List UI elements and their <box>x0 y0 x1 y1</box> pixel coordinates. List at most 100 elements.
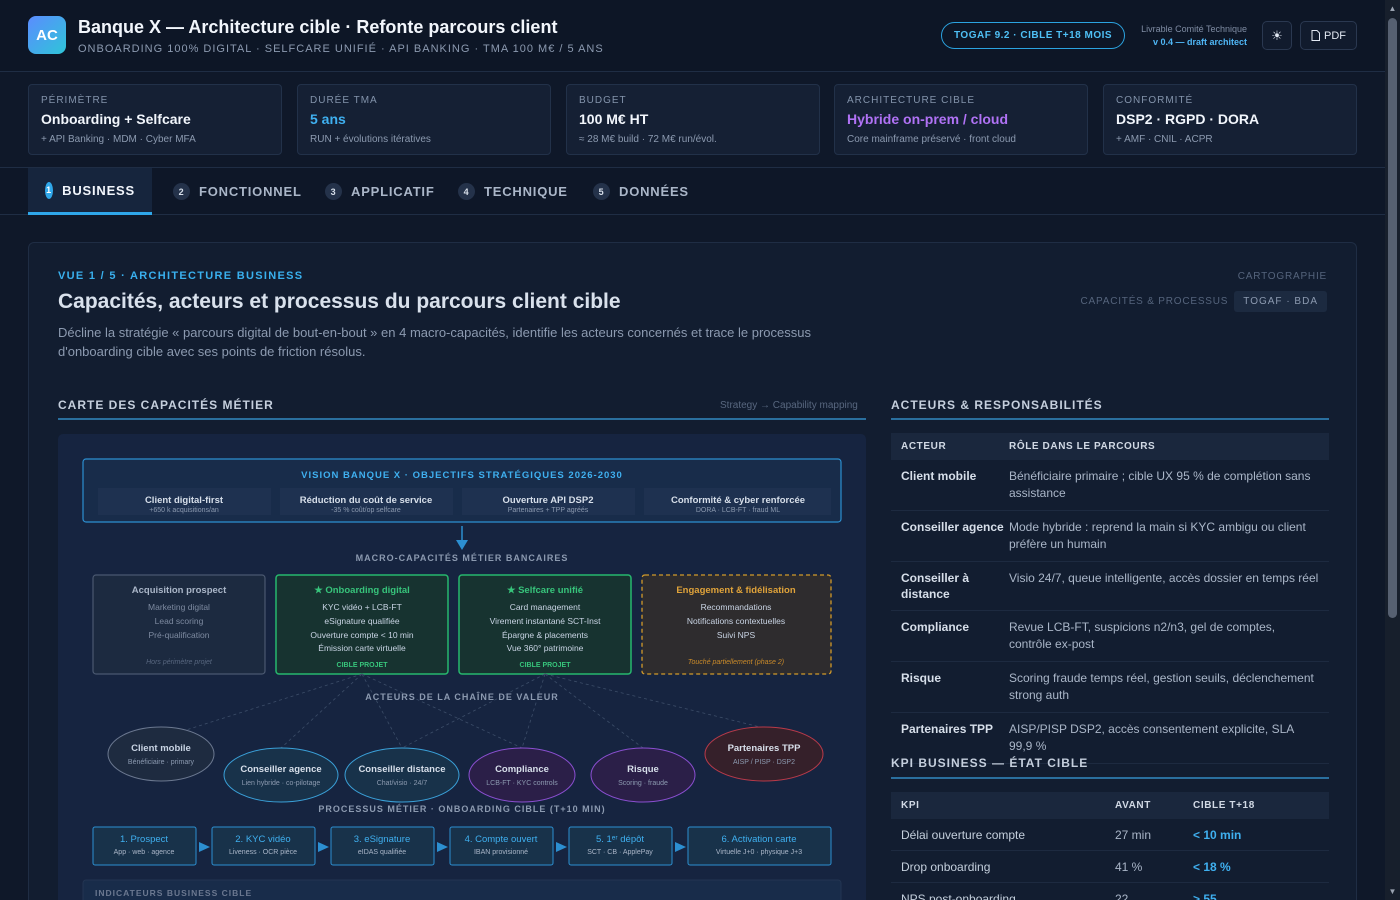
svg-text:Card management: Card management <box>510 602 581 612</box>
card-label: BUDGET <box>579 95 627 106</box>
col-target: CIBLE T+18 <box>1193 800 1255 811</box>
kpi-table: KPI AVANT CIBLE T+18 Délai ouverture com… <box>891 792 1329 900</box>
card-label: CONFORMITÉ <box>1116 95 1194 106</box>
svg-text:CIBLE PROJET: CIBLE PROJET <box>520 662 572 669</box>
svg-text:Conseiller agence: Conseiller agence <box>240 764 321 775</box>
svg-text:6. Activation carte: 6. Activation carte <box>722 834 797 845</box>
scroll-up-icon[interactable]: ▲ <box>1388 4 1397 13</box>
process-step <box>211 826 316 866</box>
actors-title: ACTEURS DE LA CHAÎNE DE VALEUR <box>365 691 559 702</box>
app-title: Banque X — Architecture cible · Refonte … <box>78 17 558 37</box>
svg-text:1. Prospect: 1. Prospect <box>120 834 168 845</box>
card-sub: RUN + évolutions itératives <box>310 134 431 145</box>
process-step <box>687 826 832 866</box>
svg-text:Acquisition prospect: Acquisition prospect <box>132 585 227 596</box>
togaf-badge: TOGAF 9.2 · CIBLE T+18 MOIS <box>941 22 1126 49</box>
objectives: Client digital-first +650 k acquisitions… <box>98 488 831 515</box>
pdf-label: PDF <box>1324 29 1346 42</box>
kpi-before: 22 <box>1115 891 1129 900</box>
svg-text:Bénéficiaire · primary: Bénéficiaire · primary <box>128 759 195 766</box>
tab-donnees[interactable]: 5 DONNÉES <box>576 168 706 215</box>
scroll-down-icon[interactable]: ▼ <box>1388 887 1397 896</box>
deliverable-label: Livrable Comité Technique <box>1141 24 1247 34</box>
tab-label: BUSINESS <box>62 182 135 198</box>
section-divider <box>58 418 866 420</box>
col-role: RÔLE DANS LE PARCOURS <box>1009 441 1156 452</box>
actor-partenaires-tpp: Partenaires TPP AISP / PISP · DSP2 <box>704 726 824 782</box>
scrollbar-thumb[interactable] <box>1388 18 1397 618</box>
actor-compliance: Compliance LCB-FT · KYC controls <box>468 747 576 803</box>
business-view-panel: VUE 1 / 5 · ARCHITECTURE BUSINESS Capaci… <box>28 242 1357 900</box>
card-value: 5 ans <box>310 111 346 127</box>
card-duree-tma: DURÉE TMA 5 ans RUN + évolutions itérati… <box>297 84 551 155</box>
svg-text:Vue 360° patrimoine: Vue 360° patrimoine <box>507 643 584 653</box>
card-label: DURÉE TMA <box>310 95 378 106</box>
process-title: PROCESSUS MÉTIER · ONBOARDING CIBLE (T+1… <box>318 804 605 814</box>
process-step <box>449 826 554 866</box>
page-scrollbar[interactable]: ▲ ▼ <box>1385 0 1400 900</box>
svg-text:Compliance: Compliance <box>495 764 549 775</box>
svg-text:★ Selfcare unifié: ★ Selfcare unifié <box>507 585 583 596</box>
capability-map-hint: Strategy → Capability mapping <box>720 400 858 411</box>
actor-name: Conseiller à distance <box>901 571 970 601</box>
app-header: AC Banque X — Architecture cible · Refon… <box>0 0 1385 72</box>
section-divider <box>891 777 1329 779</box>
kpi-before: 27 min <box>1115 827 1152 842</box>
svg-text:Marketing digital: Marketing digital <box>148 602 210 612</box>
actor-risque: Risque Scoring · fraude <box>590 747 696 803</box>
svg-text:Virement instantané SCT-Inst: Virement instantané SCT-Inst <box>490 616 602 626</box>
actor-name: Risque <box>901 671 942 685</box>
card-sub: + AMF · CNIL · ACPR <box>1116 134 1213 145</box>
svg-text:CIBLE PROJET: CIBLE PROJET <box>337 662 389 669</box>
tab-label: APPLICATIF <box>351 184 435 199</box>
svg-text:Épargne & placements: Épargne & placements <box>502 630 588 640</box>
step-arrow <box>318 842 329 852</box>
actor-conseiller-distance: Conseiller distance Chat/visio · 24/7 <box>344 747 460 803</box>
tab-number: 4 <box>458 183 475 200</box>
svg-text:Partenaires TPP: Partenaires TPP <box>728 743 802 754</box>
tab-business[interactable]: 1 BUSINESS <box>28 168 152 215</box>
svg-text:Notifications contextuelles: Notifications contextuelles <box>687 616 785 626</box>
step-arrow <box>199 842 210 852</box>
process-step <box>92 826 197 866</box>
table-row: NPS post-onboarding 22 > 55 <box>891 883 1329 900</box>
svg-text:★ Onboarding digital: ★ Onboarding digital <box>314 585 410 596</box>
svg-text:Client mobile: Client mobile <box>131 743 191 754</box>
actor-role: AISP/PISP DSP2, accès consentement expli… <box>1009 722 1294 753</box>
actor-name: Client mobile <box>901 469 977 483</box>
kpi-table-heading: KPI BUSINESS — ÉTAT CIBLE <box>891 756 1089 770</box>
svg-text:App · web · agence: App · web · agence <box>114 849 175 856</box>
tab-applicatif[interactable]: 3 APPLICATIF <box>308 168 452 215</box>
theme-toggle-button[interactable]: ☀ <box>1262 21 1292 50</box>
actor-connectors <box>160 673 765 749</box>
view-tag: VUE 1 / 5 · ARCHITECTURE BUSINESS <box>58 270 304 282</box>
svg-text:Recommandations: Recommandations <box>701 602 772 612</box>
kpi-name: NPS post-onboarding <box>901 891 1016 900</box>
tab-fonctionnel[interactable]: 2 FONCTIONNEL <box>156 168 319 215</box>
tab-label: FONCTIONNEL <box>199 184 302 199</box>
table-row: Risque Scoring fraude temps réel, gestio… <box>891 662 1329 713</box>
actor-role: Mode hybride : reprend la main si KYC am… <box>1009 520 1306 551</box>
svg-text:LCB-FT · KYC controls: LCB-FT · KYC controls <box>486 780 558 787</box>
tab-technique[interactable]: 4 TECHNIQUE <box>441 168 585 215</box>
capability-diagram: VISION BANQUE X · OBJECTIFS STRATÉGIQUES… <box>58 434 866 900</box>
process-steps: 1. Prospect App · web · agence 2. KYC vi… <box>92 826 832 866</box>
summary-cards: PÉRIMÈTRE Onboarding + Selfcare + API Ba… <box>28 84 1357 155</box>
capability-engagement: Engagement & fidélisation Recommandation… <box>641 574 832 675</box>
card-label: PÉRIMÈTRE <box>41 95 109 106</box>
pdf-export-button[interactable]: PDF <box>1300 21 1357 50</box>
card-budget: BUDGET 100 M€ HT ≈ 28 M€ build · 72 M€ r… <box>566 84 820 155</box>
cartography-sub: CAPACITÉS & PROCESSUS <box>1080 296 1229 307</box>
kpi-target: < 10 min <box>1193 827 1242 842</box>
actors-table-heading: ACTEURS & RESPONSABILITÉS <box>891 398 1103 412</box>
svg-text:Hors périmètre projet: Hors périmètre projet <box>146 659 213 666</box>
macro-capabilities-title: MACRO-CAPACITÉS MÉTIER BANCAIRES <box>356 553 569 563</box>
svg-text:Chat/visio · 24/7: Chat/visio · 24/7 <box>377 780 428 787</box>
objective-title: Client digital-first <box>145 495 224 506</box>
deliverable-info: Livrable Comité Technique v 0.4 — draft … <box>1120 23 1247 49</box>
actors-table: ACTEUR RÔLE DANS LE PARCOURS Client mobi… <box>891 433 1329 764</box>
table-row: Client mobile Bénéficiaire primaire ; ci… <box>891 460 1329 511</box>
card-value: Hybride on-prem / cloud <box>847 111 1009 127</box>
svg-text:Risque: Risque <box>627 764 659 775</box>
kpi-table-header: KPI AVANT CIBLE T+18 <box>891 792 1329 819</box>
